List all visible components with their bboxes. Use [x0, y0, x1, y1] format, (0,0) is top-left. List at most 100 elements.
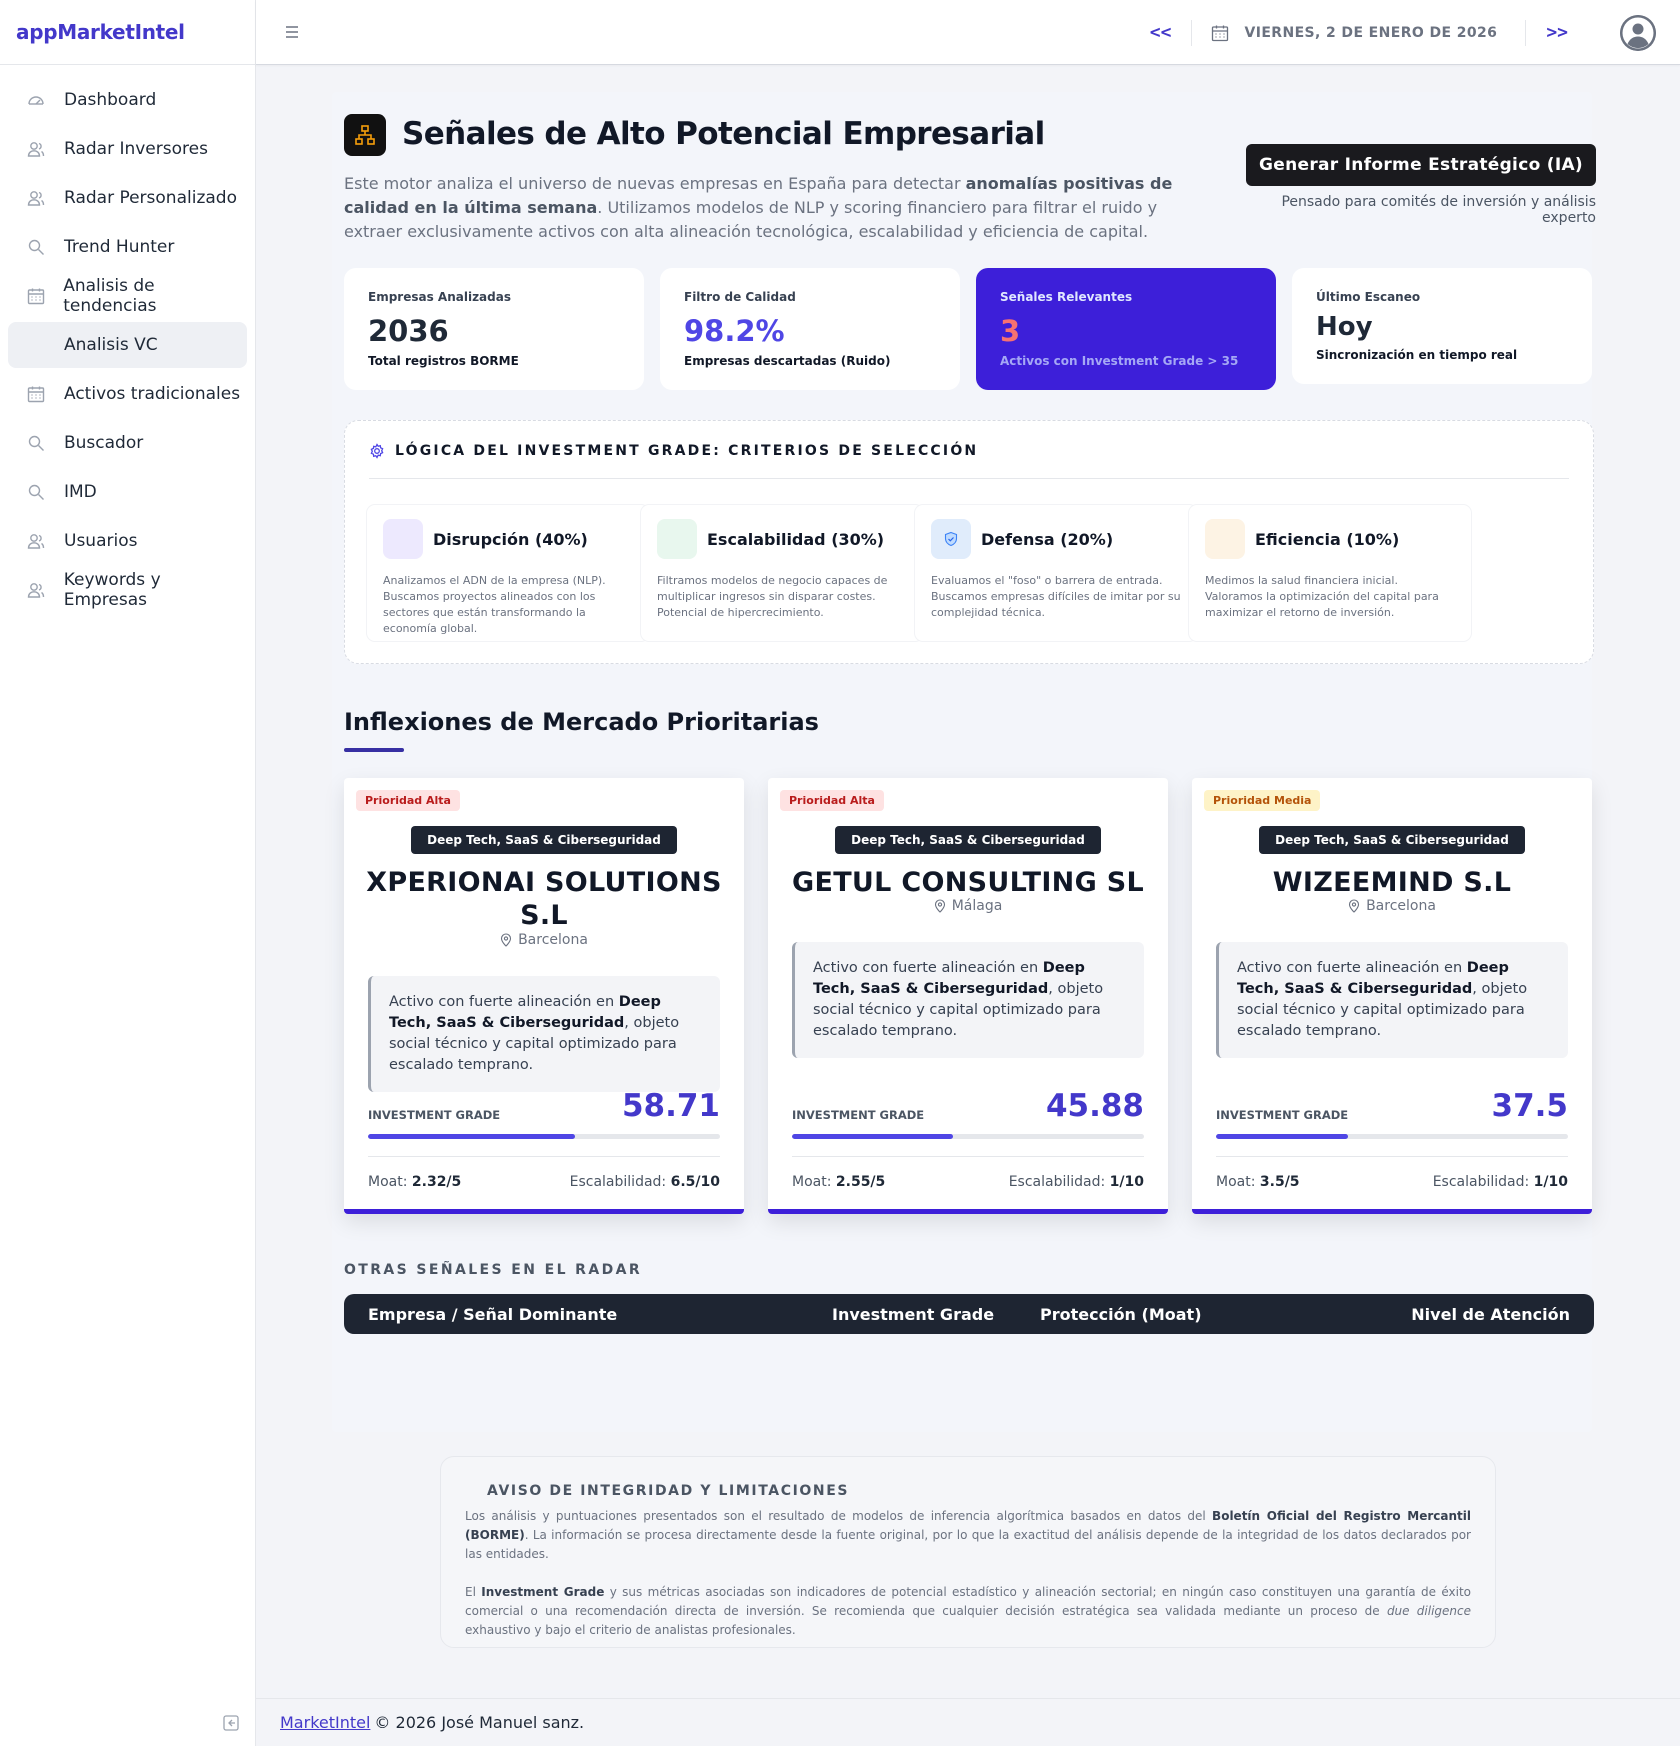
scalability-icon	[657, 519, 697, 559]
priority-badge: Prioridad Alta	[780, 790, 884, 811]
current-date: VIERNES, 2 DE ENERO DE 2026	[1244, 24, 1498, 41]
criteria-header: LÓGICA DEL INVESTMENT GRADE: CRITERIOS D…	[369, 443, 978, 459]
prev-day-button[interactable]: <<	[1138, 22, 1184, 43]
page-title: Señales de Alto Potencial Empresarial	[402, 116, 1045, 152]
sidebar-item-label: IMD	[64, 482, 97, 502]
footer-link[interactable]: MarketIntel	[280, 1713, 370, 1732]
topbar: << VIERNES, 2 DE ENERO DE 2026 >>	[256, 0, 1680, 65]
sidebar-item-imd[interactable]: IMD	[8, 469, 247, 515]
sidebar-item-usuarios[interactable]: Usuarios	[8, 518, 247, 564]
sidebar-item-analisis-tendencias[interactable]: Analisis de tendencias	[8, 273, 247, 319]
stat-card-escaneo: Último Escaneo Hoy Sincronización en tie…	[1292, 268, 1592, 384]
sidebar-item-analisis-vc[interactable]: Analisis VC	[8, 322, 247, 368]
sector-tag: Deep Tech, SaaS & Ciberseguridad	[768, 826, 1168, 854]
search-icon	[24, 431, 48, 455]
signal-summary: Activo con fuerte alineación en Deep Tec…	[792, 942, 1144, 1058]
column-header[interactable]: Nivel de Atención	[1411, 1305, 1570, 1324]
sidebar-item-dashboard[interactable]: Dashboard	[8, 77, 247, 123]
next-day-button[interactable]: >>	[1534, 22, 1580, 43]
footer: MarketIntel © 2026 José Manuel sanz.	[256, 1698, 1680, 1746]
map-pin-icon	[500, 933, 512, 947]
sidebar-item-radar-personalizado[interactable]: Radar Personalizado	[8, 175, 247, 221]
users-icon	[24, 529, 48, 553]
divider	[1216, 1156, 1568, 1157]
company-name: WIZEEMIND S.L	[1272, 867, 1512, 898]
date-navigator: << VIERNES, 2 DE ENERO DE 2026 >>	[1138, 0, 1656, 65]
divider	[1191, 19, 1193, 46]
sidebar-item-label: Buscador	[64, 433, 144, 453]
hamburger-menu-icon[interactable]	[280, 20, 304, 44]
company-location: Barcelona	[344, 932, 744, 948]
generate-report-button[interactable]: Generar Informe Estratégico (IA)	[1246, 144, 1596, 186]
radar-table-header: Empresa / Señal Dominante Investment Gra…	[344, 1294, 1594, 1334]
footer-copyright: © 2026 José Manuel sanz.	[374, 1713, 585, 1732]
sidebar-item-radar-inversores[interactable]: Radar Inversores	[8, 126, 247, 172]
sidebar-item-trend-hunter[interactable]: Trend Hunter	[8, 224, 247, 270]
gear-icon	[369, 443, 385, 459]
dashboard-gauge-icon	[24, 88, 48, 112]
sidebar-item-label: Trend Hunter	[64, 237, 175, 257]
user-avatar-icon[interactable]	[1620, 14, 1656, 51]
column-header[interactable]: Investment Grade	[832, 1305, 994, 1324]
sidebar-item-keywords-empresas[interactable]: Keywords y Empresas	[8, 567, 247, 613]
investment-grade-value: 58.71	[621, 1088, 720, 1124]
map-pin-icon	[1348, 899, 1360, 913]
signal-card[interactable]: Prioridad Alta Deep Tech, SaaS & Ciberse…	[768, 778, 1168, 1214]
priority-badge: Prioridad Alta	[356, 790, 460, 811]
scalability-metric: Escalabilidad: 1/10	[1432, 1174, 1568, 1190]
calendar-icon	[24, 382, 48, 406]
investment-grade-value: 37.5	[1491, 1088, 1569, 1124]
map-pin-icon	[934, 899, 946, 913]
calendar-icon	[24, 284, 47, 308]
column-header[interactable]: Empresa / Señal Dominante	[368, 1305, 617, 1324]
investment-grade-label: INVESTMENT GRADE	[1216, 1108, 1349, 1122]
sidebar-item-buscador[interactable]: Buscador	[8, 420, 247, 466]
sidebar-item-label: Analisis VC	[64, 335, 158, 355]
company-location: Barcelona	[1192, 898, 1592, 914]
criteria-card-disrupcion: Disrupción (40%) Analizamos el ADN de la…	[367, 505, 649, 641]
criteria-card-eficiencia: Eficiencia (10%) Medimos la salud financ…	[1189, 505, 1471, 641]
users-icon	[24, 186, 48, 210]
scalability-metric: Escalabilidad: 1/10	[1008, 1174, 1144, 1190]
moat-metric: Moat: 3.5/5	[1216, 1174, 1300, 1190]
sidebar-item-label: Activos tradicionales	[64, 384, 241, 404]
divider	[792, 1156, 1144, 1157]
calendar-icon[interactable]	[1210, 23, 1230, 43]
investment-grade-bar	[1216, 1134, 1568, 1139]
stat-card-senales: Señales Relevantes 3 Activos con Investm…	[976, 268, 1276, 390]
disclaimer-panel: AVISO DE INTEGRIDAD Y LIMITACIONES Los a…	[440, 1456, 1496, 1648]
generate-report-caption: Pensado para comités de inversión y anál…	[1281, 194, 1596, 226]
divider	[369, 478, 1569, 479]
sector-tag: Deep Tech, SaaS & Ciberseguridad	[344, 826, 744, 854]
column-header[interactable]: Protección (Moat)	[1040, 1305, 1202, 1324]
investment-grade-value: 45.88	[1045, 1088, 1144, 1124]
criteria-card-defensa: Defensa (20%) Evaluamos el "foso" o barr…	[915, 505, 1197, 641]
disclaimer-paragraph: El Investment Grade y sus métricas asoci…	[465, 1585, 1472, 1637]
sidebar-item-activos-tradicionales[interactable]: Activos tradicionales	[8, 371, 247, 417]
section-title: Inflexiones de Mercado Prioritarias	[344, 708, 819, 736]
signal-card[interactable]: Prioridad Alta Deep Tech, SaaS & Ciberse…	[344, 778, 744, 1214]
company-name: GETUL CONSULTING SL	[792, 867, 1144, 898]
sidebar-item-label: Keywords y Empresas	[63, 570, 161, 610]
main-panel: Señales de Alto Potencial Empresarial Es…	[332, 92, 1596, 1432]
signal-card[interactable]: Prioridad Media Deep Tech, SaaS & Cibers…	[1192, 778, 1592, 1214]
stat-card-analizadas: Empresas Analizadas 2036 Total registros…	[344, 268, 644, 390]
intro-text: Este motor analiza el universo de nuevas…	[344, 174, 1173, 241]
company-name: XPERIONAI SOLUTIONS S.L	[366, 867, 722, 931]
signal-summary: Activo con fuerte alineación en Deep Tec…	[1216, 942, 1568, 1058]
disclaimer-paragraph: Los análisis y puntuaciones presentados …	[465, 1509, 1471, 1561]
sidebar: appMarketIntel Dashboard Radar Inversore…	[0, 0, 256, 1746]
radar-section-title: OTRAS SEÑALES EN EL RADAR	[344, 1262, 643, 1278]
investment-grade-bar	[368, 1134, 720, 1139]
hierarchy-icon	[344, 114, 386, 156]
efficiency-icon	[1205, 519, 1245, 559]
sector-tag: Deep Tech, SaaS & Ciberseguridad	[1192, 826, 1592, 854]
search-icon	[24, 235, 48, 259]
search-icon	[24, 480, 48, 504]
investment-grade-label: INVESTMENT GRADE	[792, 1108, 925, 1122]
collapse-sidebar-icon[interactable]	[222, 1714, 240, 1732]
sidebar-item-label: Analisis de tendencias	[63, 276, 157, 316]
disclaimer-title: AVISO DE INTEGRIDAD Y LIMITACIONES	[487, 1483, 850, 1499]
brand-logo[interactable]: appMarketIntel	[0, 0, 255, 65]
investment-grade-label: INVESTMENT GRADE	[368, 1108, 501, 1122]
